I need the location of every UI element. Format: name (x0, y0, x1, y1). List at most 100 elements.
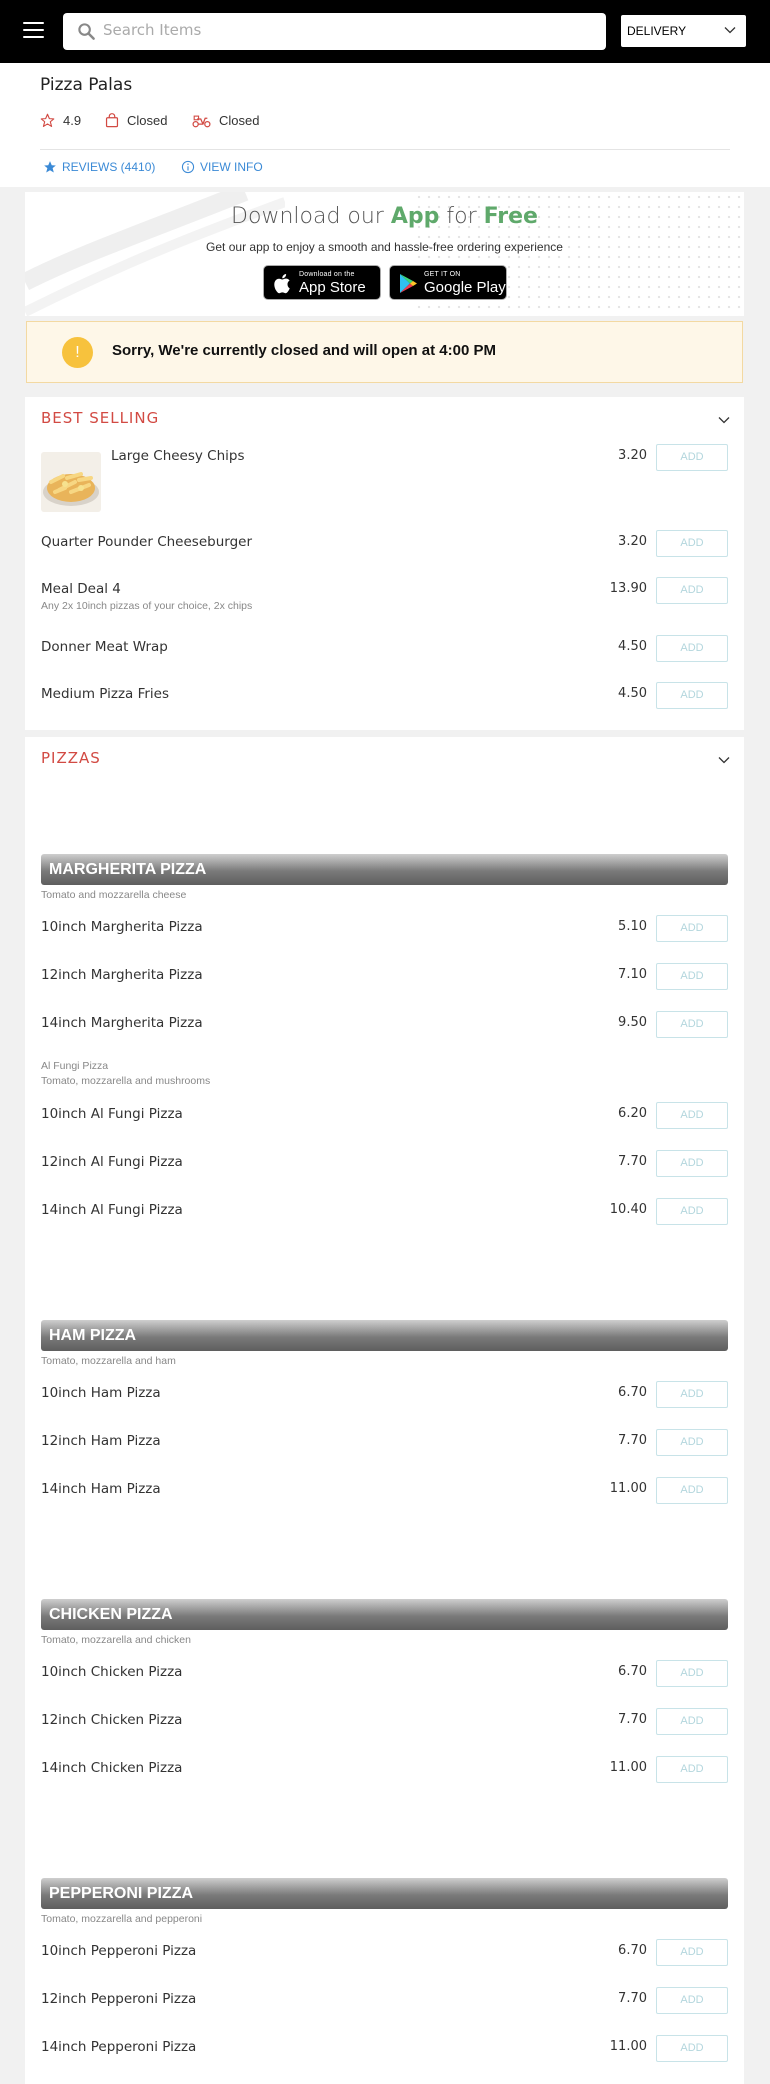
chevron-down-icon (724, 27, 736, 34)
google-play-button[interactable]: GET IT ON Google Play (389, 265, 507, 300)
shopping-bag-icon (105, 113, 119, 128)
item-name: 10inch Ham Pizza (41, 1385, 161, 1401)
item-price: 7.70 (618, 1712, 647, 1727)
category-header-ham: HAM PIZZA (41, 1320, 728, 1351)
item-price: 3.20 (618, 534, 647, 549)
promo-subtitle: Get our app to enjoy a smooth and hassle… (206, 240, 563, 254)
menu-item: 12inch Pepperoni Pizza 7.70 ADD (41, 1987, 728, 2017)
item-name: Large Cheesy Chips (111, 448, 245, 464)
menu-item: Donner Meat Wrap 4.50 ADD (41, 635, 728, 665)
search-placeholder: Search Items (103, 21, 202, 39)
add-button[interactable]: ADD (656, 1708, 728, 1735)
search-icon (78, 23, 95, 40)
menu-item: 12inch Al Fungi Pizza 7.70 ADD (41, 1150, 728, 1180)
add-button[interactable]: ADD (656, 1756, 728, 1783)
category-header-pepperoni: PEPPERONI PIZZA (41, 1878, 728, 1909)
item-name: 12inch Ham Pizza (41, 1433, 161, 1449)
rating-value: 4.9 (63, 113, 82, 128)
google-play-small-text: GET IT ON (424, 271, 461, 278)
order-mode-select[interactable]: DELIVERY (621, 15, 746, 47)
add-button[interactable]: ADD (656, 1477, 728, 1504)
best-selling-section: BEST SELLING Large Cheesy Chips 3.20 ADD… (25, 397, 744, 730)
menu-item: 10inch Chicken Pizza 6.70 ADD (41, 1660, 728, 1690)
chevron-down-icon[interactable] (718, 754, 730, 766)
apple-icon (274, 274, 290, 294)
promo-title: Download our App for Free (231, 204, 538, 229)
search-input[interactable]: Search Items (63, 13, 606, 50)
menu-item: 10inch Pepperoni Pizza 6.70 ADD (41, 1939, 728, 1969)
best-selling-title[interactable]: BEST SELLING (41, 409, 159, 427)
menu-item: Large Cheesy Chips 3.20 ADD (111, 444, 728, 474)
pizzas-title[interactable]: PIZZAS (41, 749, 101, 767)
item-price: 11.00 (609, 2039, 647, 2054)
item-price: 6.70 (618, 1664, 647, 1679)
add-button[interactable]: ADD (656, 1102, 728, 1129)
item-price: 11.00 (609, 1481, 647, 1496)
menu-item: 14inch Margherita Pizza 9.50 ADD (41, 1011, 728, 1041)
item-price: 6.20 (618, 1106, 647, 1121)
item-name: 14inch Al Fungi Pizza (41, 1202, 183, 1218)
item-name: 12inch Chicken Pizza (41, 1712, 183, 1728)
add-button[interactable]: ADD (656, 1660, 728, 1687)
add-button[interactable]: ADD (656, 577, 728, 604)
order-mode-value: DELIVERY (627, 24, 687, 38)
add-button[interactable]: ADD (656, 530, 728, 557)
menu-item: Medium Pizza Fries 4.50 ADD (41, 682, 728, 712)
menu-item: 14inch Ham Pizza 11.00 ADD (41, 1477, 728, 1507)
delivery-status: Closed (192, 113, 259, 128)
item-name: Donner Meat Wrap (41, 639, 168, 655)
add-button[interactable]: ADD (656, 444, 728, 471)
item-price: 3.20 (618, 448, 647, 463)
item-price: 10.40 (609, 1202, 647, 1217)
menu-item: 14inch Pepperoni Pizza 11.00 ADD (41, 2035, 728, 2065)
restaurant-name: Pizza Palas (40, 75, 133, 95)
view-info-link[interactable]: VIEW INFO (181, 160, 263, 174)
add-button[interactable]: ADD (656, 915, 728, 942)
add-button[interactable]: ADD (656, 1987, 728, 2014)
menu-item: 12inch Ham Pizza 7.70 ADD (41, 1429, 728, 1459)
menu-item: Quarter Pounder Cheeseburger 3.20 ADD (41, 530, 728, 560)
item-name: 10inch Chicken Pizza (41, 1664, 183, 1680)
item-price: 7.70 (618, 1154, 647, 1169)
rating: 4.9 (40, 113, 81, 128)
star-icon (44, 161, 56, 173)
menu-item: 10inch Margherita Pizza 5.10 ADD (41, 915, 728, 945)
menu-item: 10inch Ham Pizza 6.70 ADD (41, 1381, 728, 1411)
closed-notice: ! Sorry, We're currently closed and will… (26, 321, 743, 383)
item-name: 14inch Margherita Pizza (41, 1015, 203, 1031)
collection-status: Closed (105, 113, 167, 128)
add-button[interactable]: ADD (656, 1011, 728, 1038)
menu-item: 12inch Chicken Pizza 7.70 ADD (41, 1708, 728, 1738)
subcategory-description: Tomato, mozzarella and mushrooms (41, 1075, 211, 1087)
category-description: Tomato, mozzarella and chicken (41, 1634, 191, 1646)
item-name: 14inch Chicken Pizza (41, 1760, 183, 1776)
add-button[interactable]: ADD (656, 963, 728, 990)
item-price: 4.50 (618, 686, 647, 701)
app-store-big-text: App Store (299, 279, 366, 296)
item-name: Medium Pizza Fries (41, 686, 170, 702)
category-header-chicken: CHICKEN PIZZA (41, 1599, 728, 1630)
item-price: 7.70 (618, 1991, 647, 2006)
menu-item: 10inch Al Fungi Pizza 6.20 ADD (41, 1102, 728, 1132)
subcategory-title: Al Fungi Pizza (41, 1060, 109, 1072)
item-name: 12inch Margherita Pizza (41, 967, 203, 983)
add-button[interactable]: ADD (656, 2035, 728, 2062)
category-description: Tomato, mozzarella and ham (41, 1355, 176, 1367)
delivery-status-text: Closed (219, 113, 260, 128)
add-button[interactable]: ADD (656, 682, 728, 709)
info-icon (181, 160, 195, 174)
app-store-button[interactable]: Download on the App Store (263, 265, 381, 300)
add-button[interactable]: ADD (656, 1198, 728, 1225)
category-description: Tomato and mozzarella cheese (41, 889, 187, 901)
add-button[interactable]: ADD (656, 1150, 728, 1177)
add-button[interactable]: ADD (656, 635, 728, 662)
item-price: 6.70 (618, 1385, 647, 1400)
add-button[interactable]: ADD (656, 1381, 728, 1408)
add-button[interactable]: ADD (656, 1429, 728, 1456)
chevron-down-icon[interactable] (718, 414, 730, 426)
reviews-link[interactable]: REVIEWS (4410) (43, 160, 155, 174)
item-name: Meal Deal 4 (41, 581, 121, 597)
menu-icon[interactable] (23, 22, 44, 39)
add-button[interactable]: ADD (656, 1939, 728, 1966)
collection-status-text: Closed (127, 113, 168, 128)
